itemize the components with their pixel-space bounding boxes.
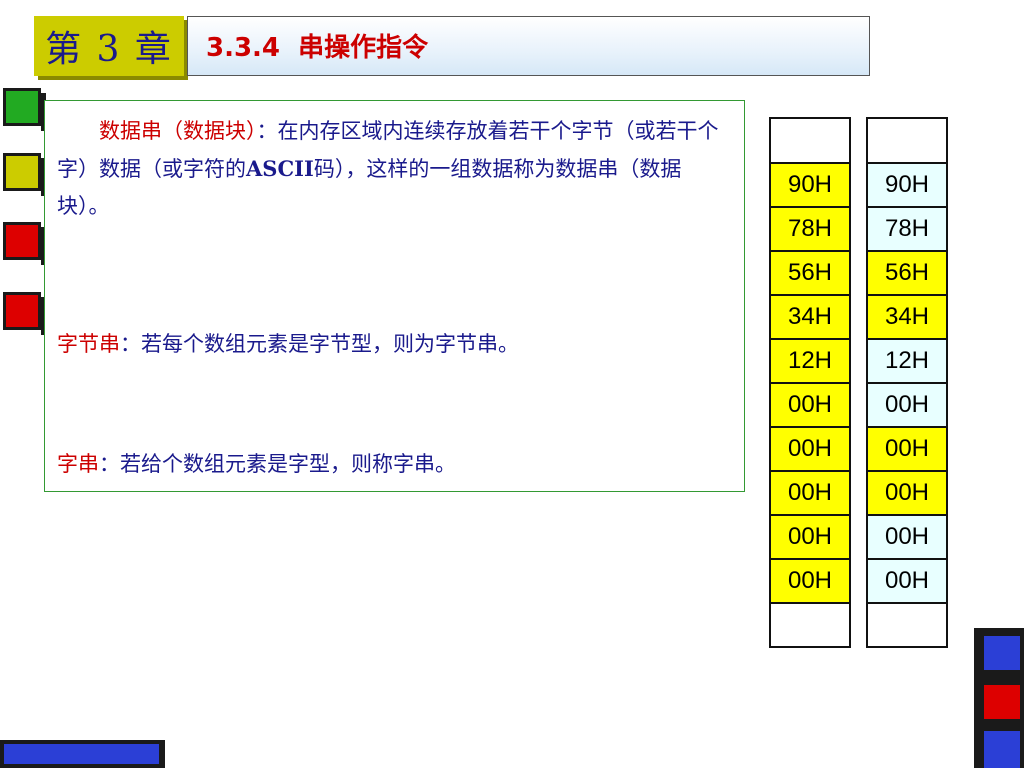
nav-green-square-icon[interactable] [3,88,41,126]
definition-text: ：若每个数组元素是字节型，则为字节串。 [120,332,519,356]
nav-red-square-icon[interactable] [3,222,41,260]
bottom-left-decoration-bar [0,740,165,768]
word-memory-column: 90H 78H 56H 34H 12H 00H 00H 00H 00H 00H [866,117,948,648]
memory-cell: 12H [868,338,946,382]
memory-cell: 90H [771,162,849,206]
ascii-term: ASCII [246,156,314,181]
memory-cell: 56H [771,250,849,294]
memory-cell: 00H [868,382,946,426]
term-word-string: 字串 [57,452,99,476]
memory-cell: 00H [771,426,849,470]
chapter-badge: 第 3 章 [34,16,184,76]
term-byte-string: 字节串 [57,332,120,356]
nav-yellow-square-icon[interactable] [3,153,41,191]
title-box: 3.3.4 串操作指令 [187,16,870,76]
memory-cell [771,602,849,646]
memory-cell: 12H [771,338,849,382]
red-square-icon [984,685,1020,719]
memory-cell [868,602,946,646]
blue-square-icon [984,636,1020,670]
memory-cell: 78H [771,206,849,250]
memory-cell: 90H [868,162,946,206]
memory-cell: 00H [771,558,849,602]
byte-memory-column: 90H 78H 56H 34H 12H 00H 00H 00H 00H 00H [769,117,851,648]
memory-cell: 00H [868,514,946,558]
term-data-string: 数据串（数据块） [99,119,257,143]
definition-panel: 数据串（数据块）：在内存区域内连续存放着若干个字节（或若干个字）数据（或字符的A… [44,100,745,492]
memory-cell: 78H [868,206,946,250]
memory-cell: 34H [771,294,849,338]
memory-cell: 00H [771,470,849,514]
definition-text: ：若给个数组元素是字型，则称字串。 [99,452,456,476]
memory-cell: 00H [771,514,849,558]
memory-cell: 00H [868,470,946,514]
data-string-definition: 数据串（数据块）：在内存区域内连续存放着若干个字节（或若干个字）数据（或字符的A… [57,113,733,225]
memory-cell: 00H [771,382,849,426]
memory-cell: 00H [868,426,946,470]
memory-cell [771,119,849,162]
bottom-right-decoration [974,628,1024,768]
memory-cell: 00H [868,558,946,602]
memory-cell [868,119,946,162]
nav-red-square-icon[interactable] [3,292,41,330]
bottom-left-decoration-fill [4,744,159,764]
blue-square-icon [984,731,1020,768]
memory-cell: 56H [868,250,946,294]
memory-cell: 34H [868,294,946,338]
byte-string-definition: 字节串：若每个数组元素是字节型，则为字节串。 [57,326,733,363]
slide-title: 3.3.4 串操作指令 [206,33,429,63]
word-string-definition: 字串：若给个数组元素是字型，则称字串。 [57,446,733,483]
